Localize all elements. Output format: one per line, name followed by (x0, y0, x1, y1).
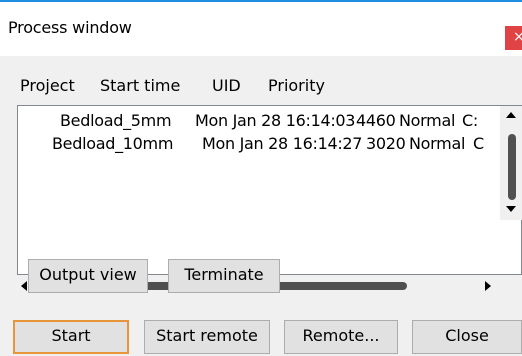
close-button[interactable]: Close (412, 320, 522, 354)
start-remote-button[interactable]: Start remote (144, 320, 270, 354)
row-extra: C (473, 134, 484, 153)
row-project: Bedload_10mm (52, 134, 174, 153)
column-header-project[interactable]: Project (20, 76, 75, 95)
vertical-scroll-thumb[interactable] (508, 134, 516, 200)
column-header-uid[interactable]: UID (212, 76, 241, 95)
scroll-down-arrow-icon[interactable] (506, 206, 516, 212)
column-header-start-time[interactable]: Start time (100, 76, 180, 95)
row-project: Bedload_5mm (60, 111, 172, 130)
scroll-left-arrow-icon[interactable] (21, 281, 27, 291)
close-icon: × (513, 29, 522, 45)
start-button[interactable]: Start (13, 320, 129, 354)
column-header-priority[interactable]: Priority (268, 76, 325, 95)
row-extra: C: (462, 111, 478, 130)
row-uid: 3020 (366, 134, 406, 153)
output-view-button[interactable]: Output view (28, 259, 148, 293)
row-start-time: Mon Jan 28 16:14:27 (202, 134, 363, 153)
row-uid: 4460 (356, 111, 396, 130)
process-list[interactable]: Bedload_5mm Mon Jan 28 16:14:03 4460 Nor… (17, 105, 522, 275)
window-title: Process window (8, 18, 132, 37)
close-window-button[interactable]: × (505, 26, 522, 50)
process-window: Process window × Project Start time UID … (0, 0, 522, 356)
scroll-up-arrow-icon[interactable] (506, 112, 516, 118)
row-priority: Normal (399, 111, 456, 130)
title-bar: Process window × (0, 2, 522, 56)
terminate-button[interactable]: Terminate (168, 259, 280, 293)
window-client-area: Project Start time UID Priority Bedload_… (0, 56, 522, 356)
scroll-right-arrow-icon[interactable] (485, 281, 491, 291)
row-priority: Normal (409, 134, 466, 153)
vertical-scrollbar[interactable] (500, 106, 522, 220)
row-start-time: Mon Jan 28 16:14:03 (195, 111, 356, 130)
remote-button[interactable]: Remote... (284, 320, 398, 354)
